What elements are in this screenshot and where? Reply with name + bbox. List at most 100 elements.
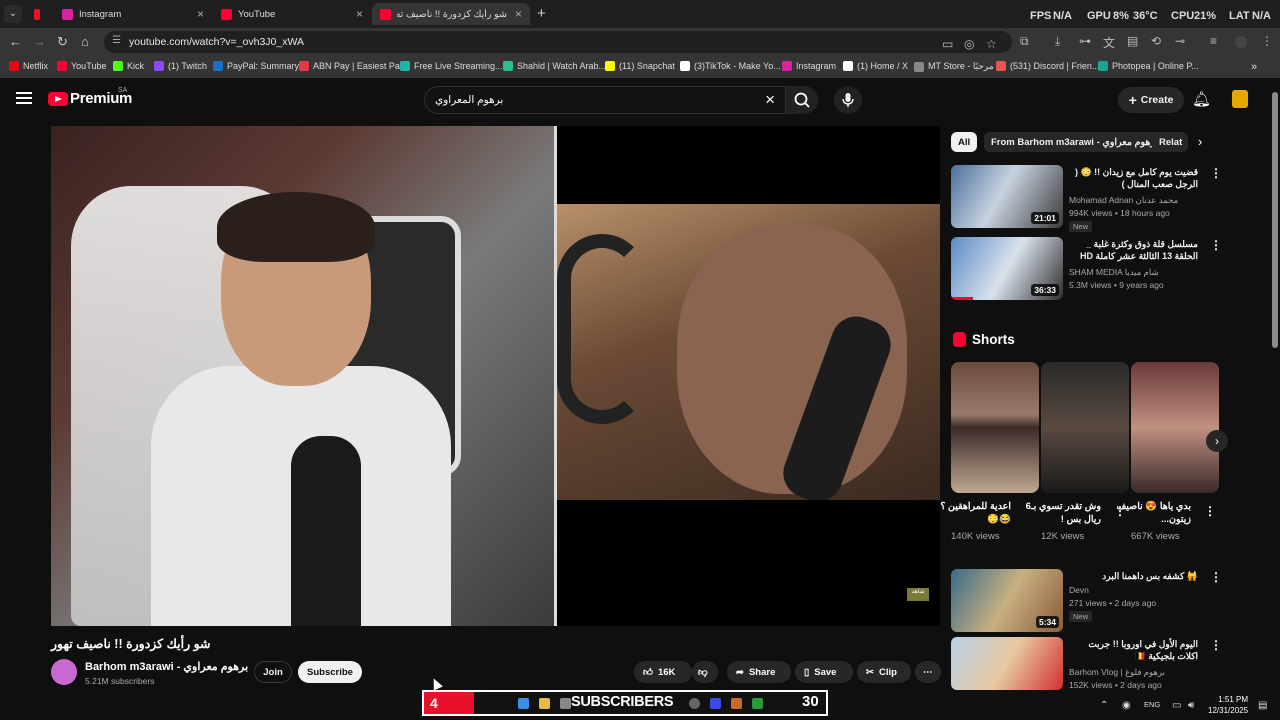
sidebar-icon[interactable]: ≡: [1210, 34, 1217, 48]
subscribe-button[interactable]: Subscribe: [298, 661, 362, 683]
related-channel[interactable]: Devn: [1069, 585, 1089, 595]
close-tab-icon[interactable]: ×: [515, 7, 522, 21]
app-icon[interactable]: [689, 698, 700, 709]
xbox-icon[interactable]: [752, 698, 763, 709]
more-vert-icon[interactable]: ⋮: [1210, 570, 1222, 584]
notification-center-icon[interactable]: ▤: [1258, 700, 1267, 711]
related-thumbnail[interactable]: 21:01: [951, 165, 1063, 228]
related-title[interactable]: 🙀 كشفه بس داهمنا البرد: [1066, 570, 1198, 582]
new-tab-button[interactable]: +: [537, 5, 546, 22]
bookmark-kick[interactable]: Kick: [113, 61, 144, 71]
bookmark-mtstore[interactable]: MT Store - مرحبًا: [914, 61, 994, 72]
bookmark-twitch[interactable]: (1) Twitch: [154, 61, 207, 71]
scrollbar-thumb[interactable]: [1272, 92, 1278, 348]
history-icon[interactable]: ⟲: [1151, 34, 1161, 48]
short-thumbnail[interactable]: [951, 362, 1039, 493]
search-input[interactable]: برهوم المعراوي ×: [424, 86, 786, 114]
join-button[interactable]: Join: [254, 661, 292, 683]
hamburger-menu-icon[interactable]: [16, 92, 32, 104]
file-explorer-icon[interactable]: [539, 698, 550, 709]
shorts-next-button[interactable]: ›: [1206, 430, 1228, 452]
bookmark-netflix[interactable]: Netflix: [9, 61, 48, 71]
chevron-right-icon[interactable]: ›: [1198, 134, 1202, 149]
clip-button[interactable]: ✂ Clip: [857, 661, 911, 683]
related-channel[interactable]: SHAM MEDIA شام ميديا: [1069, 267, 1159, 278]
cast-icon[interactable]: ▭: [942, 37, 953, 51]
short-title[interactable]: وش تقدر تسوي بـ6 ريال بس !: [1023, 500, 1101, 526]
account-avatar[interactable]: [1232, 90, 1248, 108]
bookmark-instagram[interactable]: Instagram: [782, 61, 836, 71]
share-button[interactable]: ➦ Share: [727, 661, 791, 683]
related-title[interactable]: اليوم الأول في اوروبا !! جربت اكلات بلجي…: [1066, 638, 1198, 662]
reload-icon[interactable]: ↻: [57, 34, 68, 50]
related-channel[interactable]: Barhom Vlog | برهوم فلوغ: [1069, 667, 1165, 678]
tab-youtube[interactable]: YouTube ×: [213, 3, 371, 25]
profile-avatar[interactable]: [1235, 36, 1247, 48]
chip-all[interactable]: All: [951, 132, 978, 152]
related-title[interactable]: قضيت يوم كامل مع زيدان !! 😳 ( الرجل صعب …: [1066, 166, 1198, 190]
site-info-icon[interactable]: ☰: [112, 35, 124, 47]
youtube-logo-icon[interactable]: [48, 92, 68, 106]
channel-name[interactable]: Barhom m3arawi - برهوم معراوي: [85, 660, 248, 673]
more-vert-icon[interactable]: ⋮: [1210, 638, 1222, 652]
chip-from-channel[interactable]: From Barhom m3arawi - برهوم معراوي: [984, 132, 1166, 152]
bookmark-paypal[interactable]: PayPal: Summary: [213, 61, 299, 71]
eye-off-icon[interactable]: ◎: [964, 37, 974, 51]
video-player[interactable]: شاهد: [51, 126, 940, 626]
more-vert-icon[interactable]: ⋮: [1204, 504, 1216, 518]
back-icon[interactable]: ←: [9, 34, 22, 49]
bookmark-snapchat[interactable]: (11) Snapchat: [605, 61, 675, 71]
translate-icon[interactable]: 文: [1103, 34, 1115, 51]
related-thumbnail[interactable]: 5:34: [951, 569, 1063, 632]
tab-search-button[interactable]: ⌄: [4, 5, 22, 23]
related-channel[interactable]: Mohamad Adnan محمد عدنان: [1069, 195, 1178, 206]
search-button[interactable]: [786, 86, 818, 114]
more-bookmarks-icon[interactable]: »: [1251, 61, 1257, 73]
bookmark-star-icon[interactable]: ☆: [986, 37, 997, 51]
save-button[interactable]: ▯ Save: [795, 661, 853, 683]
more-vert-icon[interactable]: ⋮: [1114, 504, 1126, 518]
bookmark-tiktok[interactable]: (3)TikTok - Make Yo...: [680, 61, 781, 71]
bookmark-streaming[interactable]: Free Live Streaming...: [400, 61, 503, 71]
short-thumbnail[interactable]: [1131, 362, 1219, 493]
link-icon[interactable]: ⊸: [1175, 34, 1185, 48]
tab-instagram[interactable]: Instagram ×: [54, 3, 212, 25]
close-tab-icon[interactable]: ×: [197, 7, 204, 21]
dislike-button[interactable]: 👎︎: [692, 661, 718, 683]
tab-active-video[interactable]: شو رأيك كزدورة !! ناصيف ته ×: [372, 3, 530, 25]
windows-start-icon[interactable]: [518, 698, 529, 709]
voice-search-button[interactable]: [834, 86, 862, 114]
bookmark-discord[interactable]: (531) Discord | Frien...: [996, 61, 1099, 71]
notifications-bell-icon[interactable]: 🔔︎: [1192, 90, 1211, 108]
channel-avatar[interactable]: [51, 659, 77, 685]
download-icon[interactable]: ⤓: [1055, 34, 1060, 49]
bookmark-shahid[interactable]: Shahid | Watch Arab...: [503, 61, 606, 71]
related-thumbnail[interactable]: 36:33: [951, 237, 1063, 300]
forward-icon[interactable]: →: [33, 34, 46, 49]
tray-expand-icon[interactable]: ⌃: [1100, 700, 1108, 711]
short-thumbnail[interactable]: [1041, 362, 1129, 493]
bookmark-youtube[interactable]: YouTube: [57, 61, 106, 71]
pinned-tab[interactable]: [26, 3, 46, 25]
bookmark-abn[interactable]: ABN Pay | Easiest Pa...: [299, 61, 407, 71]
app-icon[interactable]: [710, 698, 721, 709]
tray-app-icon[interactable]: ◉: [1122, 700, 1131, 711]
language-indicator[interactable]: ENG: [1144, 700, 1160, 709]
home-icon[interactable]: ⌂: [81, 34, 89, 49]
wallet-icon[interactable]: ▤: [1127, 34, 1138, 48]
related-title[interactable]: مسلسل قلة ذوق وكثرة غلبة _ الحلقة 13 الث…: [1066, 238, 1198, 262]
bookmark-photopea[interactable]: Photopea | Online P...: [1098, 61, 1199, 71]
close-tab-icon[interactable]: ×: [356, 7, 363, 21]
menu-icon[interactable]: ⋮: [1261, 34, 1273, 48]
app-icon[interactable]: [560, 698, 571, 709]
extensions-icon[interactable]: ⧉: [1020, 34, 1029, 49]
related-thumbnail[interactable]: [951, 637, 1063, 690]
more-actions-button[interactable]: ⋯: [915, 661, 941, 683]
more-vert-icon[interactable]: ⋮: [1210, 238, 1222, 252]
clear-search-icon[interactable]: ×: [765, 90, 775, 110]
network-icon[interactable]: ▭: [1172, 700, 1181, 711]
volume-icon[interactable]: 🔊︎: [1188, 700, 1194, 711]
app-icon[interactable]: [731, 698, 742, 709]
address-bar[interactable]: ☰ youtube.com/watch?v=_ovh3J0_xWA ▭ ◎ ☆: [104, 31, 1012, 53]
chip-related[interactable]: Relat: [1152, 132, 1188, 152]
